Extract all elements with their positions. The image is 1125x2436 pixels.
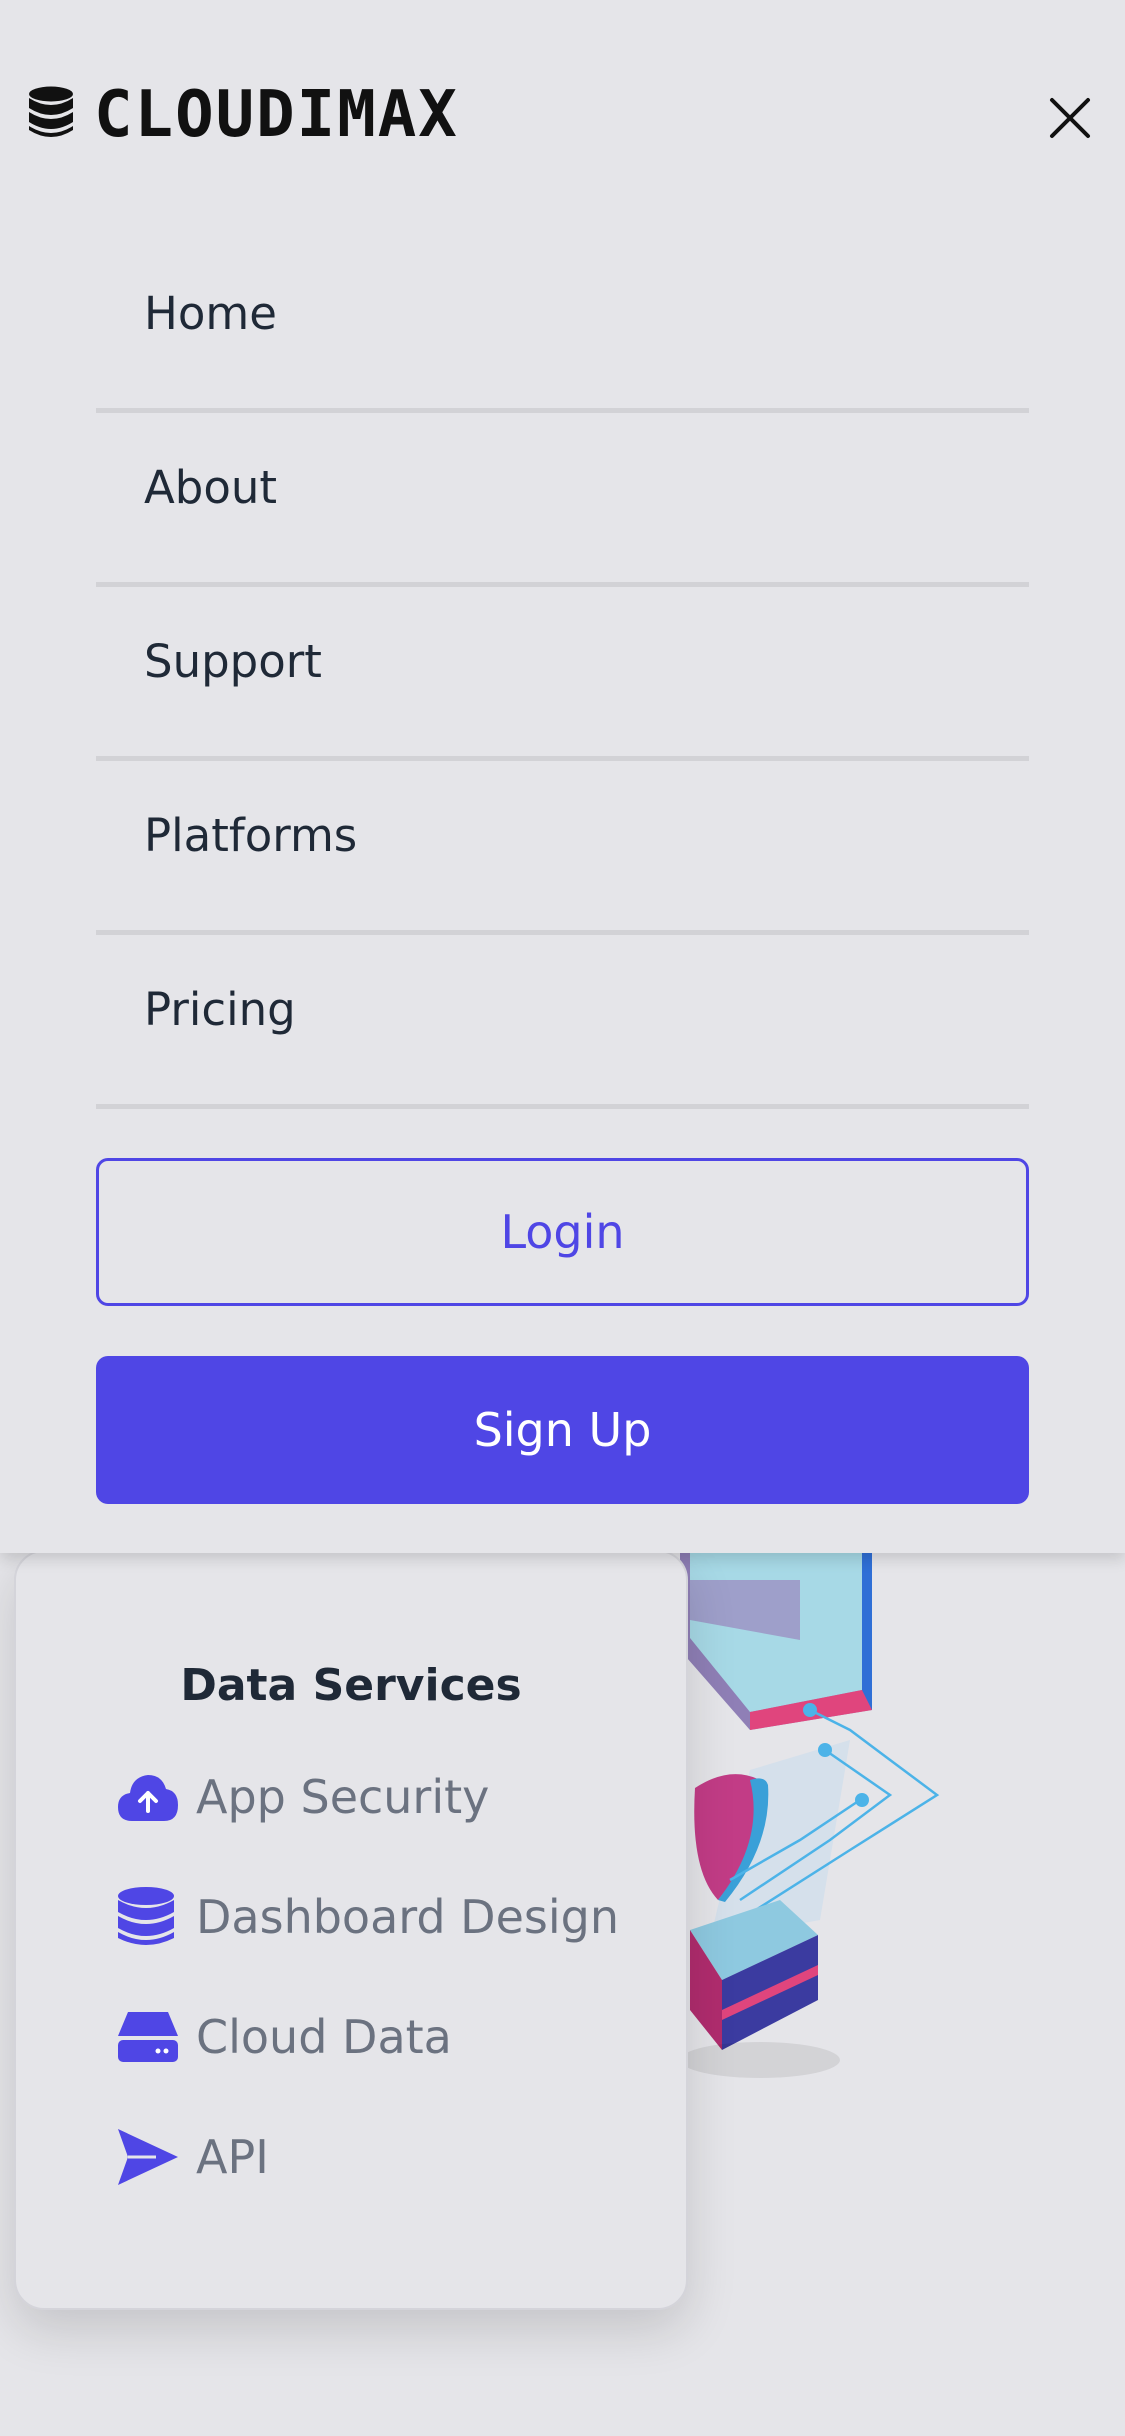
nav-item-pricing[interactable]: Pricing <box>96 937 1029 1109</box>
mobile-menu: CLOUDIMAX Home About Support Platforms P… <box>0 0 1125 1553</box>
service-item-cloud-data[interactable]: Cloud Data <box>116 2002 452 2072</box>
nav-item-label: Home <box>144 287 277 340</box>
login-button[interactable]: Login <box>96 1158 1029 1306</box>
paper-plane-icon <box>116 2127 184 2187</box>
service-item-app-security[interactable]: App Security <box>116 1762 489 1832</box>
close-menu-button[interactable] <box>1048 96 1092 140</box>
nav-item-label: Pricing <box>144 983 296 1036</box>
nav-item-support[interactable]: Support <box>96 589 1029 761</box>
nav-item-label: About <box>144 461 278 514</box>
nav-item-about[interactable]: About <box>96 415 1029 587</box>
hard-drive-icon <box>116 2007 184 2067</box>
signup-button[interactable]: Sign Up <box>96 1356 1029 1504</box>
service-label: Cloud Data <box>196 2010 452 2064</box>
cloud-upload-icon <box>116 1767 184 1827</box>
service-label: API <box>196 2130 269 2184</box>
close-icon <box>1050 98 1090 138</box>
service-label: App Security <box>196 1770 490 1824</box>
service-item-api[interactable]: API <box>116 2122 269 2192</box>
data-services-card: Data Services App Security Dashboard Des… <box>14 1550 688 2310</box>
database-icon <box>116 1887 184 1947</box>
service-label: Dashboard Design <box>196 1890 620 1944</box>
nav-item-platforms[interactable]: Platforms <box>96 763 1029 935</box>
nav-item-label: Platforms <box>144 809 358 862</box>
nav-item-home[interactable]: Home <box>96 241 1029 413</box>
nav-item-label: Support <box>144 635 322 688</box>
services-title: Data Services <box>180 1660 522 1711</box>
brand-name: CLOUDIMAX <box>94 78 459 152</box>
brand-logo[interactable]: CLOUDIMAX <box>28 78 459 152</box>
service-item-dashboard-design[interactable]: Dashboard Design <box>116 1882 619 1952</box>
database-icon <box>28 86 74 144</box>
